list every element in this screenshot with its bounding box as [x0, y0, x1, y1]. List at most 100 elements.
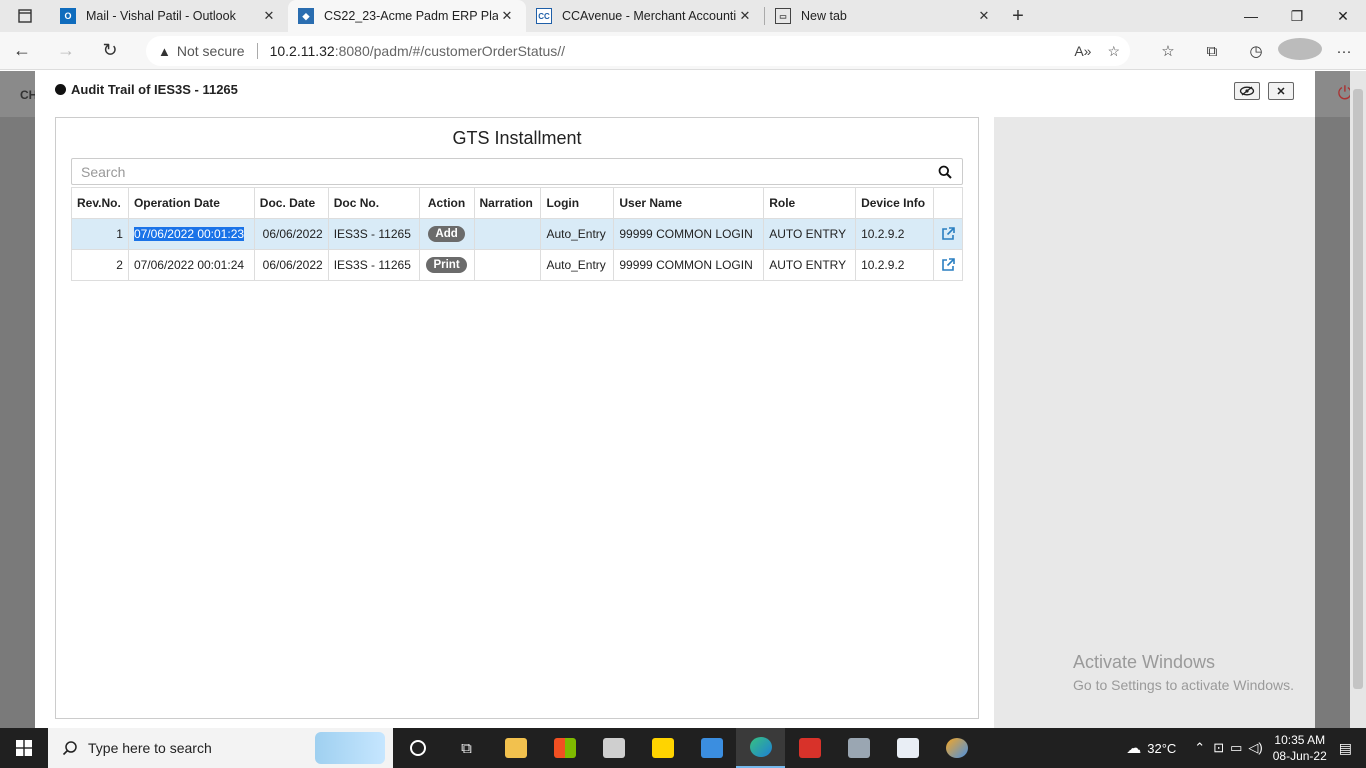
taskbar-edge[interactable]	[736, 728, 785, 768]
close-tab-icon[interactable]: ✕	[736, 8, 754, 24]
search-input[interactable]	[72, 159, 922, 184]
keyboard-icon[interactable]: ▭	[1230, 740, 1242, 756]
col-header-link	[932, 187, 964, 219]
windows-taskbar: Type here to search ⧉ ☁ 32°C ⌃ ⊡ ▭ ◁) 10…	[0, 728, 1366, 768]
tab-outlook[interactable]: O Mail - Vishal Patil - Outlook ✕	[50, 0, 288, 32]
table-row[interactable]: 2 07/06/2022 00:01:24 06/06/2022 IES3S -…	[71, 249, 964, 281]
close-modal-button[interactable]: ✕	[1268, 82, 1294, 100]
cell-rev-no: 2	[71, 249, 129, 281]
col-header-device-info[interactable]: Device Info	[855, 187, 934, 219]
page-scrollbar[interactable]	[1350, 71, 1366, 728]
read-aloud-icon[interactable]: A»	[1074, 43, 1091, 59]
minimize-icon[interactable]: —	[1228, 0, 1274, 32]
show-hidden-icons-icon[interactable]: ⌃	[1194, 740, 1205, 756]
favorites-icon[interactable]: ☆	[1146, 42, 1190, 60]
col-header-action[interactable]: Action	[418, 187, 475, 219]
taskbar-search-placeholder: Type here to search	[88, 740, 212, 756]
window-close-icon[interactable]: ✕	[1320, 0, 1366, 32]
panel-heading: GTS Installment	[452, 128, 582, 148]
tab-erp[interactable]: ◆ CS22_23-Acme Padm ERP Platform ✕	[288, 0, 526, 32]
cell-doc-no: IES3S - 11265	[327, 218, 420, 250]
security-label[interactable]: Not secure	[177, 43, 245, 59]
browser-tools: ☆ ⧉ ◷ ···	[1146, 32, 1366, 70]
col-header-narration[interactable]: Narration	[473, 187, 542, 219]
cell-action: Add	[418, 218, 475, 250]
taskbar-app-v[interactable]	[785, 728, 834, 768]
browser-tab-bar: O Mail - Vishal Patil - Outlook ✕ ◆ CS22…	[0, 0, 1366, 32]
table-row[interactable]: 1 07/06/2022 00:01:23 06/06/2022 IES3S -…	[71, 218, 964, 250]
refresh-button[interactable]: ↻	[88, 32, 132, 70]
network-icon[interactable]: ⊡	[1213, 740, 1224, 756]
ccavenue-icon: CC	[536, 8, 552, 24]
col-header-login[interactable]: Login	[540, 187, 615, 219]
forward-button[interactable]: →	[44, 32, 88, 70]
cell-role: AUTO ENTRY	[763, 249, 857, 281]
tool-icon	[847, 738, 870, 758]
cell-login: Auto_Entry	[540, 249, 615, 281]
cell-narration	[473, 218, 542, 250]
system-tray: ☁ 32°C ⌃ ⊡ ▭ ◁) 10:35 AM 08-Jun-22 ▤	[1126, 728, 1366, 768]
close-tab-icon[interactable]: ✕	[498, 8, 516, 24]
col-header-user-name[interactable]: User Name	[613, 187, 765, 219]
taskbar-store[interactable]	[540, 728, 589, 768]
col-header-operation-date[interactable]: Operation Date	[127, 187, 255, 219]
cortana-button[interactable]	[393, 728, 442, 768]
clock[interactable]: 10:35 AM 08-Jun-22	[1273, 732, 1327, 764]
close-tab-icon[interactable]: ✕	[975, 8, 993, 24]
newtab-icon: ▭	[775, 8, 791, 24]
col-header-doc-no[interactable]: Doc No.	[327, 187, 420, 219]
cell-device-info: 10.2.9.2	[855, 218, 934, 250]
more-menu-icon[interactable]: ···	[1322, 43, 1366, 60]
external-link-icon[interactable]	[940, 226, 956, 242]
address-bar-actions: A» ☆	[1074, 36, 1120, 66]
warning-icon[interactable]: ▲	[158, 44, 171, 59]
start-button[interactable]	[0, 728, 48, 768]
collections-icon[interactable]: ⧉	[1190, 43, 1234, 60]
col-header-role[interactable]: Role	[763, 187, 857, 219]
watermark-line-1: Activate Windows	[1073, 652, 1216, 672]
avatar	[1278, 38, 1322, 60]
temperature[interactable]: 32°C	[1147, 741, 1176, 756]
activate-windows-watermark: Activate Windows Go to Settings to activ…	[1073, 652, 1294, 693]
back-button[interactable]: ←	[0, 32, 44, 70]
sticky-notes-icon	[651, 738, 674, 758]
tab-actions-button[interactable]	[0, 0, 50, 32]
tab-new-tab[interactable]: ▭ New tab ✕	[765, 0, 1003, 32]
new-tab-button[interactable]: +	[1003, 0, 1033, 32]
clock-date: 08-Jun-22	[1272, 749, 1327, 763]
notifications-icon[interactable]: ▤	[1339, 740, 1352, 757]
hide-button[interactable]	[1234, 82, 1260, 100]
scrollbar-thumb[interactable]	[1353, 89, 1363, 689]
volume-icon[interactable]: ◁)	[1248, 740, 1262, 756]
restore-icon[interactable]: ❐	[1274, 0, 1320, 32]
taskbar-sticky-notes[interactable]	[638, 728, 687, 768]
audit-table: Rev.No. Operation Date Doc. Date Doc No.…	[71, 187, 964, 281]
add-favorite-icon[interactable]: ☆	[1107, 43, 1120, 60]
taskbar-app-calendar[interactable]	[883, 728, 932, 768]
history-icon[interactable]: ◷	[1234, 42, 1278, 60]
cell-operation-date: 07/06/2022 00:01:24	[127, 249, 255, 281]
external-link-icon[interactable]	[940, 257, 956, 273]
cell-operation-date: 07/06/2022 00:01:23	[127, 218, 255, 250]
taskbar-app-paint[interactable]	[932, 728, 981, 768]
task-view-button[interactable]: ⧉	[442, 728, 491, 768]
close-tab-icon[interactable]: ✕	[260, 8, 278, 24]
cell-doc-date: 06/06/2022	[253, 218, 329, 250]
col-header-doc-date[interactable]: Doc. Date	[253, 187, 329, 219]
tab-ccavenue[interactable]: CC CCAvenue - Merchant Accounting ✕	[526, 0, 764, 32]
folder-icon	[504, 738, 527, 758]
col-header-rev-no[interactable]: Rev.No.	[71, 187, 129, 219]
taskbar-search[interactable]: Type here to search	[48, 728, 393, 768]
taskbar-file-explorer[interactable]	[491, 728, 540, 768]
address-bar[interactable]: ▲ Not secure 10.2.11.32:8080/padm/#/cust…	[146, 36, 1130, 66]
search-icon[interactable]	[938, 165, 952, 179]
weather-icon[interactable]: ☁	[1126, 739, 1141, 757]
taskbar-app-tool[interactable]	[834, 728, 883, 768]
printer-icon	[602, 738, 625, 758]
url-host: 10.2.11.32	[269, 43, 335, 59]
search-box	[71, 158, 963, 185]
profile-button[interactable]	[1278, 38, 1322, 64]
tab-actions-icon	[18, 9, 32, 23]
taskbar-mail[interactable]	[687, 728, 736, 768]
taskbar-app-printer[interactable]	[589, 728, 638, 768]
